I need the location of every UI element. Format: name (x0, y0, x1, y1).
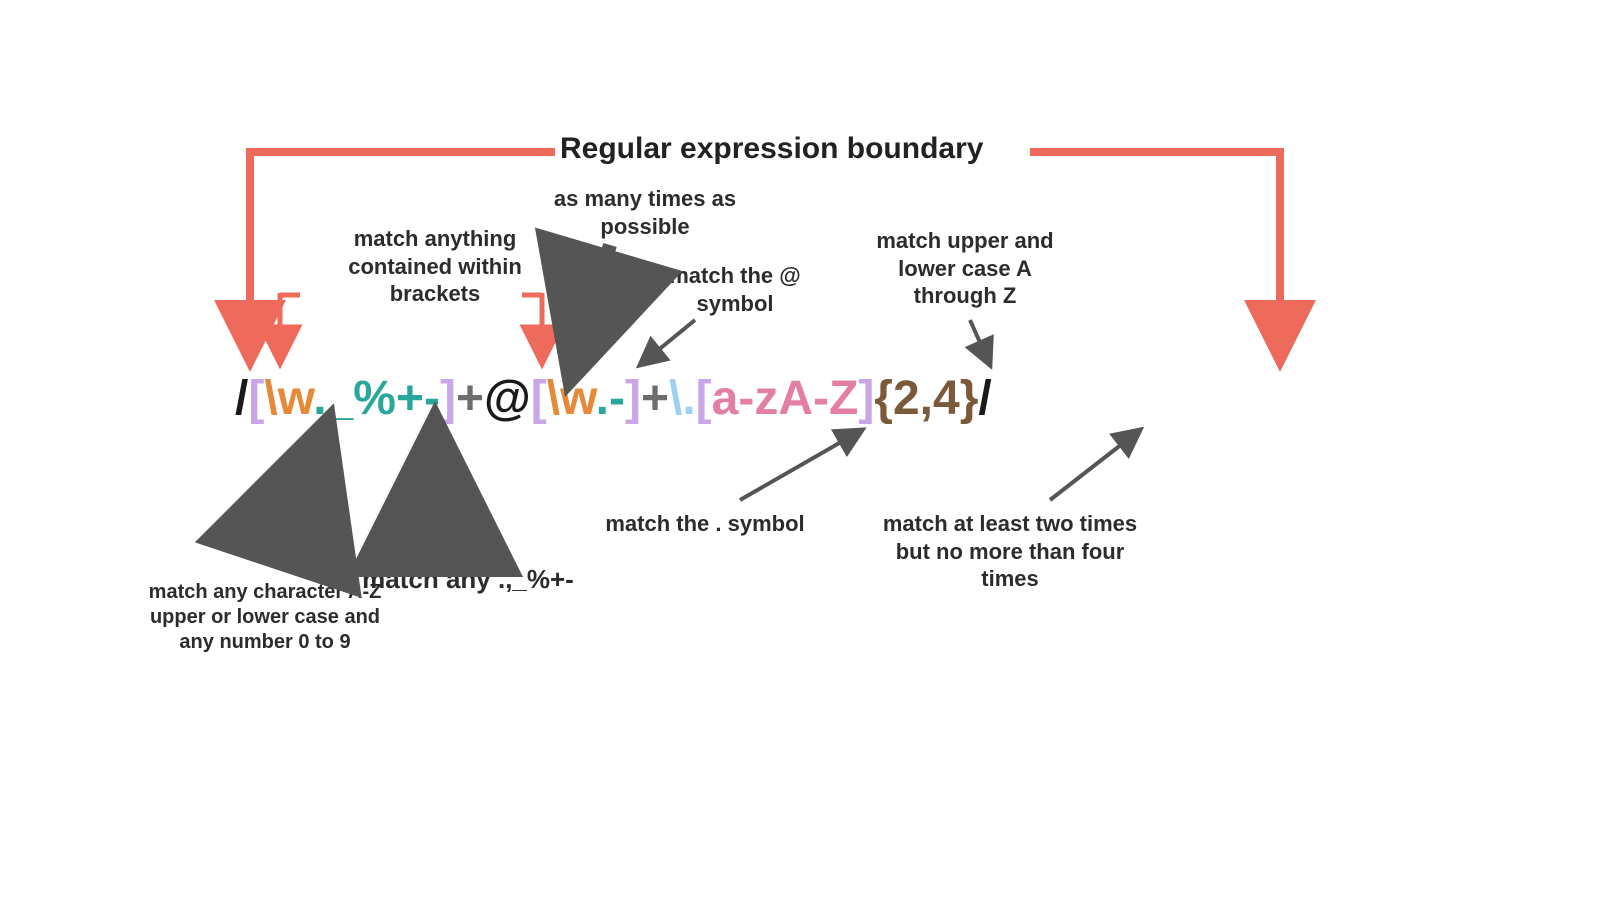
regex-bracket-close-2: ] (625, 372, 641, 425)
annotation-dot: match the . symbol (585, 510, 825, 538)
regex-slash-open: / (235, 372, 248, 425)
annotation-at: match the @ symbol (650, 262, 820, 317)
regex-at: @ (484, 372, 531, 425)
regex-charset-1-rest: ._%+- (313, 372, 440, 425)
regex-backslash-w-2: \w (547, 372, 596, 425)
diagram-stage: Regular expression boundary /[\w._%+-]+@… (0, 0, 1600, 900)
annotation-quant: match at least two times but no more tha… (870, 510, 1150, 593)
arrow-at (640, 320, 695, 365)
arrow-quant (1050, 430, 1140, 500)
annotation-plus: as many times as possible (530, 185, 760, 240)
regex-slash-close: / (978, 372, 991, 425)
regex-bracket-open-1: [ (248, 372, 264, 425)
regex-plus-1: + (456, 372, 484, 425)
regex-bracket-close-1: ] (440, 372, 456, 425)
regex-bracket-open-3: [ (696, 372, 712, 425)
diagram-title: Regular expression boundary (560, 132, 983, 166)
annotation-brackets: match anything contained within brackets (305, 225, 565, 308)
arrow-plus (576, 245, 610, 360)
regex-plus-2: + (641, 372, 669, 425)
regex-bracket-close-3: ] (858, 372, 874, 425)
arrow-az (970, 320, 990, 365)
regex-quantifier: {2,4} (874, 372, 978, 425)
annotation-az: match upper and lower case A through Z (855, 227, 1075, 310)
regex-charset-2-rest: .- (596, 372, 625, 425)
regex-escaped-dot: \. (669, 372, 696, 425)
regex-backslash-w-1: \w (264, 372, 313, 425)
regex-char-class-az: a-zA-Z (712, 372, 859, 425)
annotation-punct: match any .,_%+- (338, 563, 598, 596)
regex-expression: /[\w._%+-]+@[\w.-]+\.[a-zA-Z]{2,4}/ (235, 371, 992, 426)
regex-bracket-open-2: [ (531, 372, 547, 425)
arrow-word (280, 445, 320, 565)
arrow-dot (740, 430, 862, 500)
